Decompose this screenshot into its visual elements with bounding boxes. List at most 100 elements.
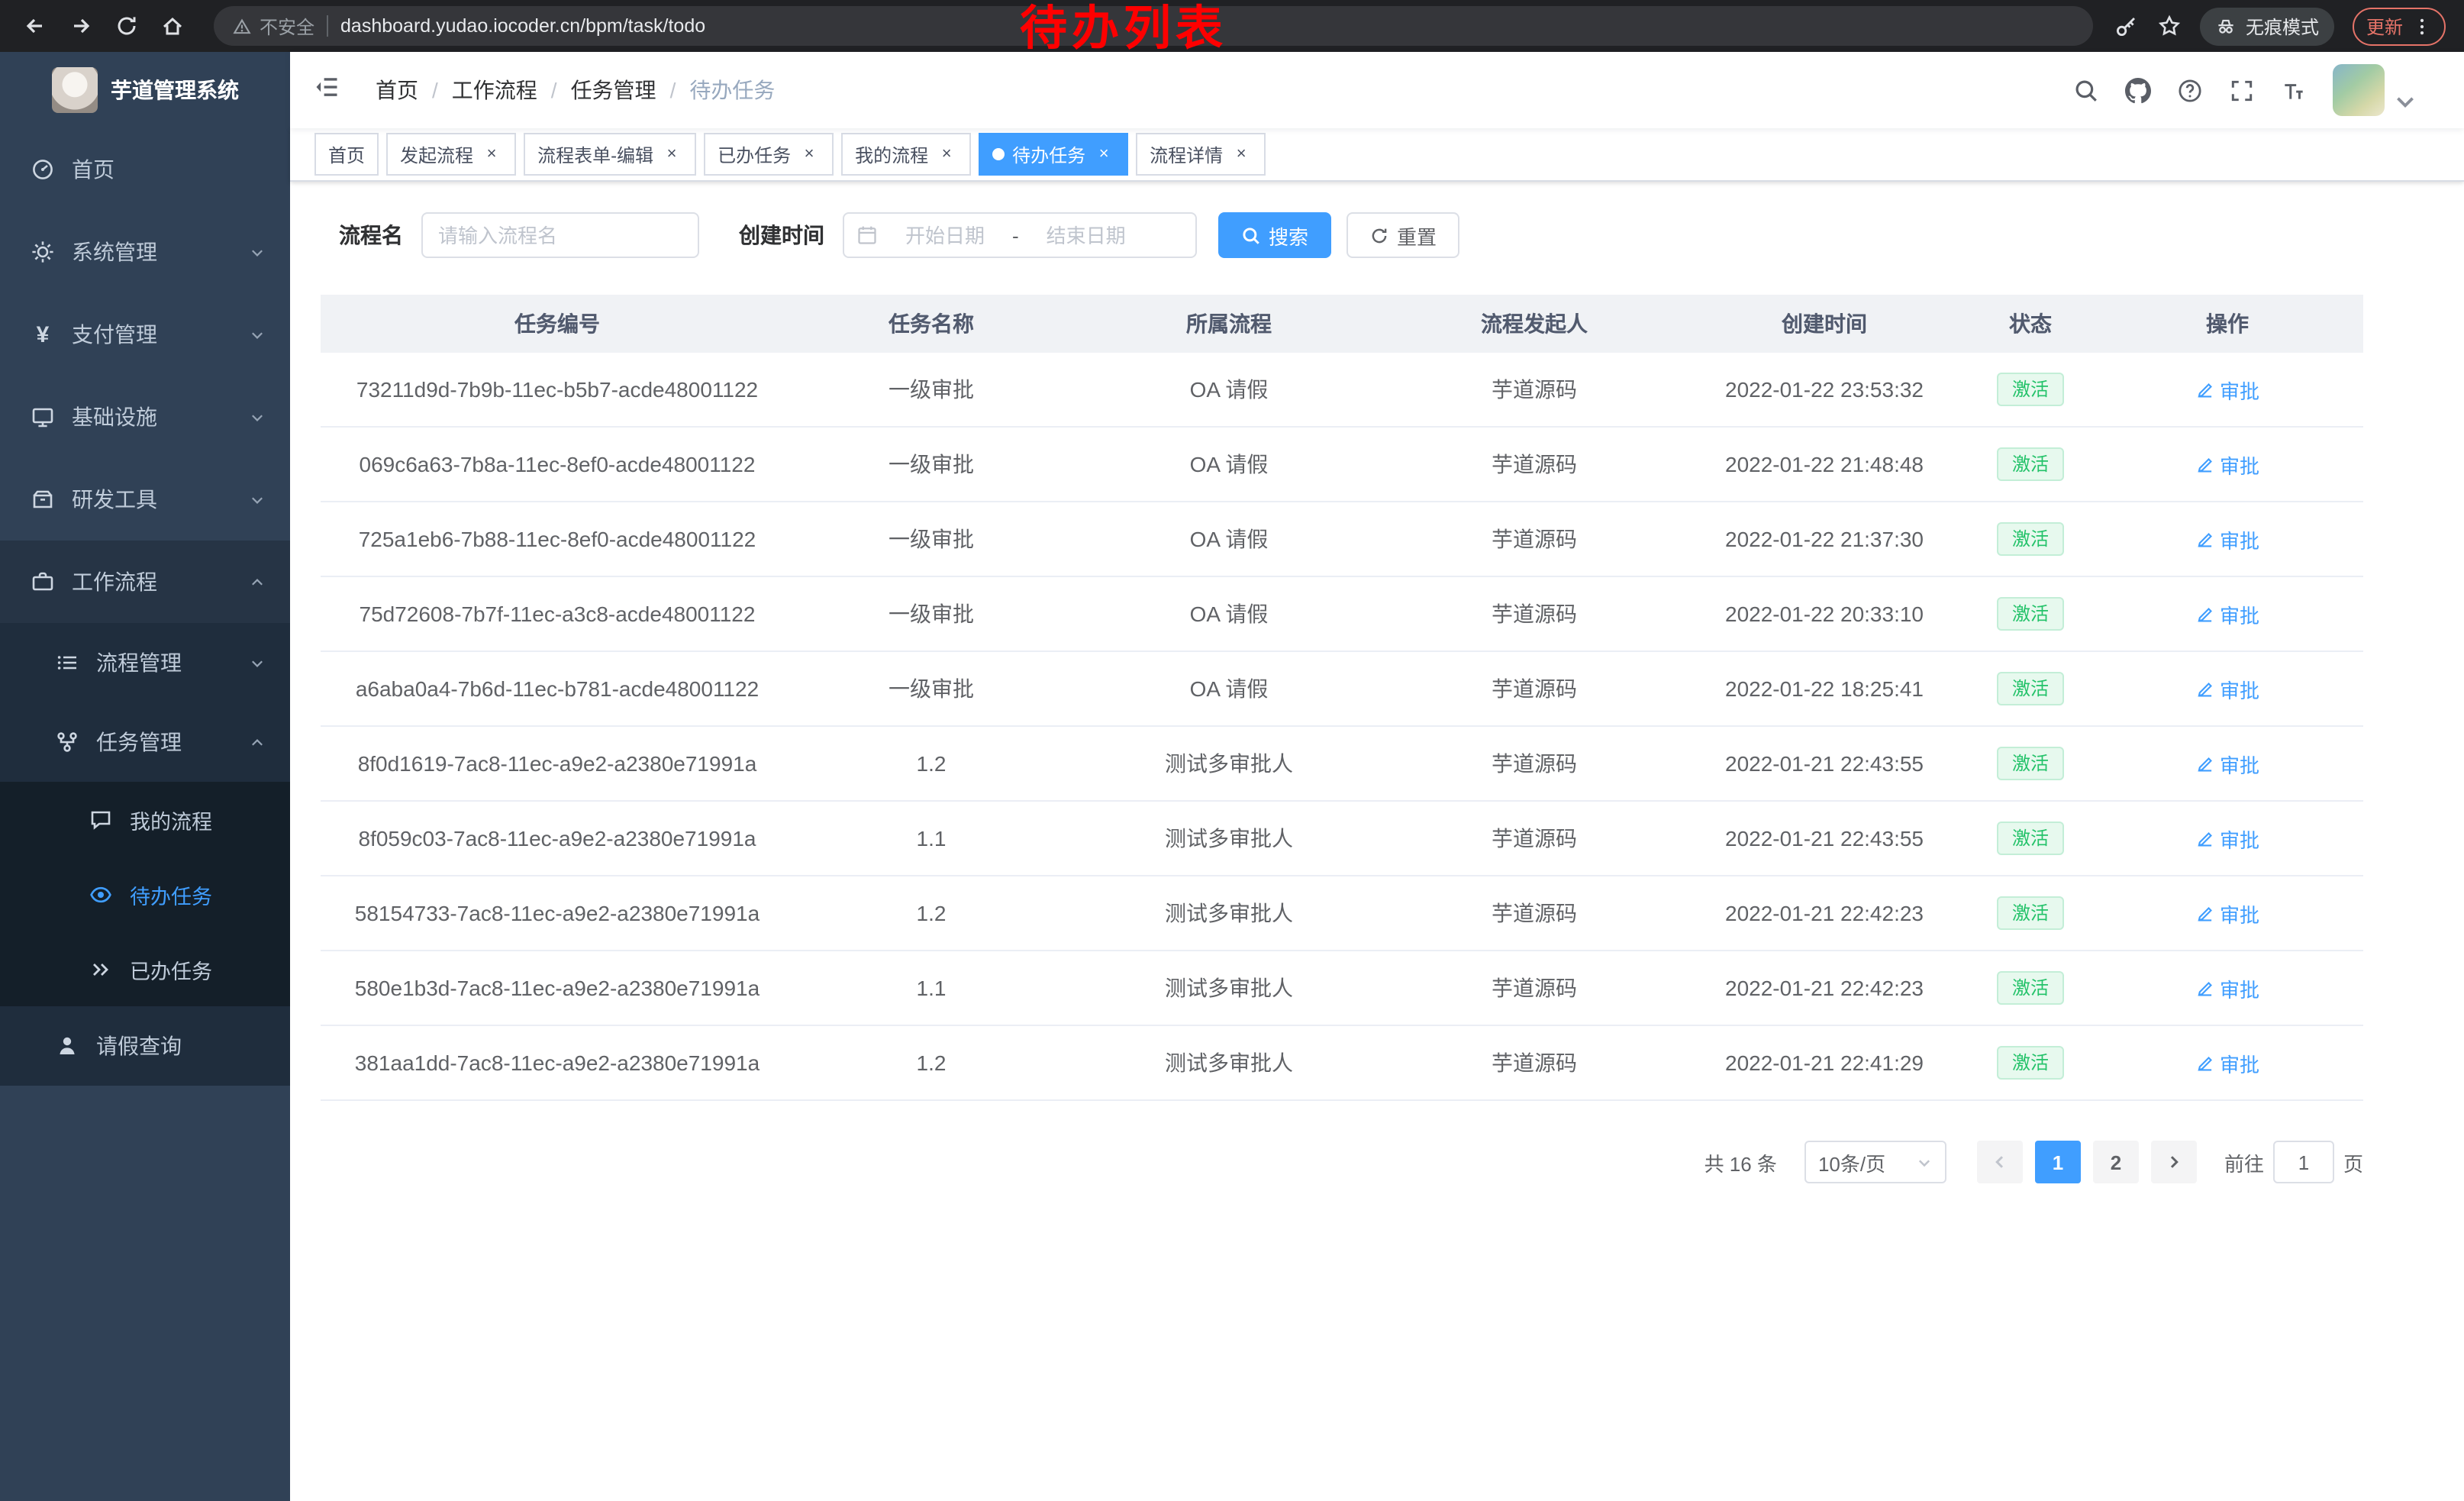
prev-page-button[interactable] <box>1977 1141 2023 1183</box>
passwords-key-icon[interactable] <box>2114 14 2139 38</box>
browser-menu-dots-icon[interactable] <box>2412 16 2432 36</box>
back-arrow-icon <box>23 14 47 38</box>
site-security-indicator[interactable]: 不安全 <box>232 13 314 39</box>
sidebar-item-system[interactable]: 系统管理 <box>0 211 290 293</box>
date-range-picker[interactable]: - <box>843 212 1197 258</box>
search-button[interactable]: 搜索 <box>1218 212 1331 258</box>
approve-link[interactable]: 审批 <box>2195 525 2259 554</box>
sidebar-toggle-button[interactable] <box>290 73 363 108</box>
page-content: 流程名 创建时间 - 搜索 重置 <box>290 182 2464 1501</box>
reset-button-label: 重置 <box>1397 221 1437 250</box>
browser-update-button[interactable]: 更新 <box>2353 7 2446 45</box>
close-tab-icon[interactable]: × <box>936 144 957 165</box>
logo-avatar <box>51 67 97 113</box>
caret-down-icon <box>1916 1154 1933 1170</box>
tab-label: 流程详情 <box>1150 141 1223 167</box>
column-header-status: 状态 <box>1969 295 2091 353</box>
tab-home[interactable]: 首页 <box>314 133 379 176</box>
github-icon[interactable] <box>2125 77 2151 103</box>
app-logo[interactable]: 芋道管理系统 <box>0 52 290 128</box>
user-menu[interactable] <box>2333 64 2418 116</box>
browser-home-button[interactable] <box>153 6 192 46</box>
sidebar-item-label: 请假查询 <box>96 1031 182 1061</box>
approve-link[interactable]: 审批 <box>2195 899 2259 928</box>
search-icon[interactable] <box>2073 77 2099 103</box>
close-tab-icon[interactable]: × <box>1230 144 1252 165</box>
approve-link-label: 审批 <box>2220 674 2259 703</box>
fullscreen-icon[interactable] <box>2229 77 2255 103</box>
filter-bar: 流程名 创建时间 - 搜索 重置 <box>339 212 2433 258</box>
breadcrumb-task-management[interactable]: 任务管理 <box>571 75 656 105</box>
approve-link[interactable]: 审批 <box>2195 599 2259 628</box>
tab-todo-task[interactable]: 待办任务 × <box>979 133 1128 176</box>
list-icon <box>55 650 79 675</box>
cell-create-time: 2022-01-21 22:43:55 <box>1679 801 1969 876</box>
breadcrumb-home[interactable]: 首页 <box>376 75 418 105</box>
browser-back-button[interactable] <box>15 6 55 46</box>
page-button-2[interactable]: 2 <box>2093 1141 2139 1183</box>
sidebar-item-infrastructure[interactable]: 基础设施 <box>0 376 290 458</box>
cell-create-time: 2022-01-22 20:33:10 <box>1679 576 1969 651</box>
breadcrumb-workflow[interactable]: 工作流程 <box>452 75 537 105</box>
table-row: 8f0d1619-7ac8-11ec-a9e2-a2380e71991a 1.2… <box>321 726 2363 801</box>
sidebar-item-label: 支付管理 <box>72 319 157 350</box>
sidebar-item-leave-query[interactable]: 请假查询 <box>0 1006 290 1086</box>
cell-task-name: 一级审批 <box>794 353 1069 427</box>
approve-link[interactable]: 审批 <box>2195 824 2259 853</box>
process-name-input[interactable] <box>421 212 699 258</box>
font-size-icon[interactable] <box>2281 77 2307 103</box>
approve-link-label: 审批 <box>2220 1048 2259 1077</box>
tab-label: 发起流程 <box>400 141 473 167</box>
approve-link[interactable]: 审批 <box>2195 375 2259 404</box>
close-tab-icon[interactable]: × <box>1093 144 1114 165</box>
sidebar-item-done-task[interactable]: 已办任务 <box>0 931 290 1006</box>
column-header-starter: 流程发起人 <box>1389 295 1679 353</box>
page-button-1[interactable]: 1 <box>2035 1141 2081 1183</box>
home-icon <box>160 14 185 38</box>
approve-link[interactable]: 审批 <box>2195 674 2259 703</box>
cell-status: 激活 <box>1969 576 2091 651</box>
total-count-label: 共 16 条 <box>1704 1148 1777 1177</box>
status-badge: 激活 <box>1997 447 2064 481</box>
sidebar-item-workflow[interactable]: 工作流程 <box>0 541 290 623</box>
edit-icon <box>2195 454 2215 474</box>
goto-page-input[interactable] <box>2273 1141 2334 1183</box>
approve-link[interactable]: 审批 <box>2195 1048 2259 1077</box>
close-tab-icon[interactable]: × <box>798 144 820 165</box>
browser-forward-button[interactable] <box>61 6 101 46</box>
end-date-input[interactable] <box>1025 222 1147 248</box>
reset-button[interactable]: 重置 <box>1346 212 1459 258</box>
table-row: 069c6a63-7b8a-11ec-8ef0-acde48001122 一级审… <box>321 427 2363 502</box>
column-header-process: 所属流程 <box>1069 295 1389 353</box>
help-icon[interactable] <box>2177 77 2203 103</box>
close-tab-icon[interactable]: × <box>481 144 502 165</box>
cell-process: 测试多审批人 <box>1069 876 1389 951</box>
tab-process-form-edit[interactable]: 流程表单-编辑 × <box>524 133 696 176</box>
approve-link[interactable]: 审批 <box>2195 973 2259 1002</box>
sidebar-item-my-process[interactable]: 我的流程 <box>0 782 290 857</box>
sidebar-item-task-management[interactable]: 任务管理 <box>0 702 290 782</box>
tab-done-task[interactable]: 已办任务 × <box>704 133 834 176</box>
close-tab-icon[interactable]: × <box>661 144 682 165</box>
approve-link[interactable]: 审批 <box>2195 450 2259 479</box>
browser-refresh-button[interactable] <box>107 6 147 46</box>
page-size-select[interactable]: 10条/页 <box>1804 1141 1946 1183</box>
tab-start-process[interactable]: 发起流程 × <box>386 133 516 176</box>
cell-process: 测试多审批人 <box>1069 951 1389 1025</box>
sidebar-item-devtools[interactable]: 研发工具 <box>0 458 290 541</box>
tab-process-detail[interactable]: 流程详情 × <box>1136 133 1266 176</box>
sidebar-item-process-management[interactable]: 流程管理 <box>0 623 290 702</box>
tab-label: 首页 <box>328 141 365 167</box>
cell-task-name: 1.1 <box>794 951 1069 1025</box>
cell-task-id: 8f0d1619-7ac8-11ec-a9e2-a2380e71991a <box>321 726 794 801</box>
sidebar-item-todo-task[interactable]: 待办任务 <box>0 857 290 931</box>
start-date-input[interactable] <box>884 222 1006 248</box>
bookmark-star-icon[interactable] <box>2157 14 2182 38</box>
sidebar-item-payment[interactable]: ¥ 支付管理 <box>0 293 290 376</box>
approve-link[interactable]: 审批 <box>2195 749 2259 778</box>
cell-starter: 芋道源码 <box>1389 951 1679 1025</box>
sidebar-item-home[interactable]: 首页 <box>0 128 290 211</box>
tab-my-process[interactable]: 我的流程 × <box>841 133 971 176</box>
next-page-button[interactable] <box>2151 1141 2197 1183</box>
approve-link-label: 审批 <box>2220 749 2259 778</box>
